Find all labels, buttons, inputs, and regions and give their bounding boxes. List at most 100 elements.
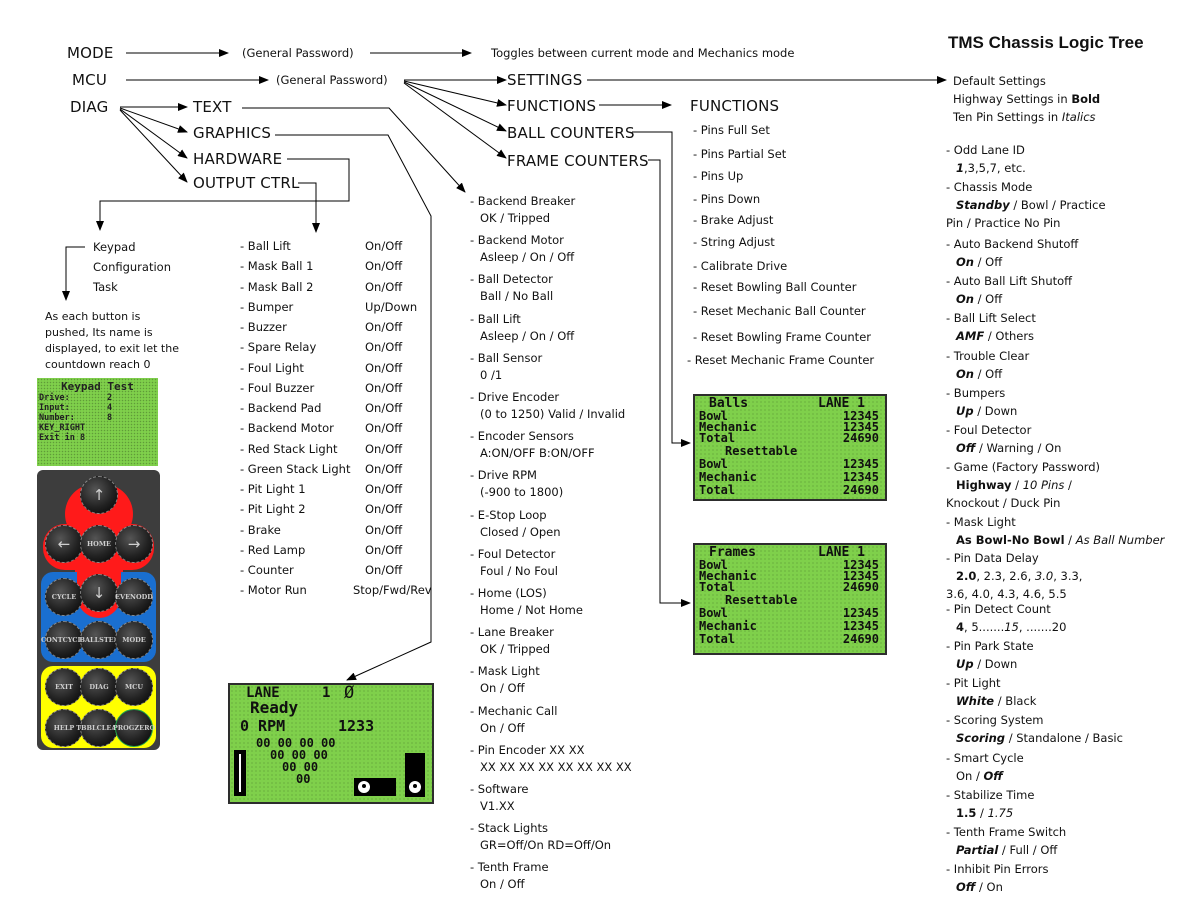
function-item[interactable]: - Pins Up	[693, 169, 743, 183]
option-text: / Off	[973, 255, 1003, 269]
setting-item[interactable]: - Bumpers Up / Down	[946, 384, 1017, 420]
menu-hardware[interactable]: HARDWARE	[193, 150, 282, 168]
setting-item[interactable]: - Mask Light As Bowl-No Bowl / As Ball Nu…	[946, 513, 1164, 549]
settings-legend-default: Default Settings	[953, 74, 1046, 88]
setting-options: White / Black	[946, 692, 1036, 710]
menu-settings[interactable]: SETTINGS	[507, 71, 582, 89]
menu-graphics[interactable]: GRAPHICS	[193, 124, 271, 142]
setting-item[interactable]: - Pin Park State Up / Down	[946, 637, 1034, 673]
setting-options: On / Off	[946, 290, 1072, 308]
output-ctrl-item[interactable]: - Bumper Up/Down	[240, 300, 417, 314]
setting-item[interactable]: - Chassis Mode Standby / Bowl / Practice P…	[946, 178, 1106, 232]
setting-item[interactable]: - Auto Backend Shutoff On / Off	[946, 235, 1078, 271]
mode-button[interactable]: MODE	[115, 621, 153, 659]
function-item[interactable]: - Pins Full Set	[693, 123, 770, 137]
item-value: On/Off	[365, 522, 403, 537]
lane-status: Ready	[250, 698, 299, 717]
setting-item[interactable]: - Scoring System Scoring / Standalone / B…	[946, 711, 1123, 747]
output-ctrl-item[interactable]: - Backend Pad On/Off	[240, 401, 402, 415]
setting-options: Up / Down	[946, 402, 1017, 420]
cycle-button[interactable]: CYCLE	[45, 578, 83, 616]
function-item[interactable]: - Reset Mechanic Ball Counter	[693, 304, 866, 318]
resettable-header: Resettable	[695, 593, 885, 607]
mcu-button[interactable]: MCU	[115, 668, 153, 706]
output-ctrl-item[interactable]: - Foul Buzzer On/Off	[240, 381, 402, 395]
setting-item[interactable]: - Tenth Frame Switch Partial / Full / Off	[946, 823, 1066, 859]
keypad-test-row: Exit in 8	[37, 433, 158, 443]
output-ctrl-item[interactable]: - Pit Light 1 On/Off	[240, 482, 402, 496]
item-name: - Drive Encoder	[470, 390, 560, 404]
function-item[interactable]: - Pins Partial Set	[693, 147, 786, 161]
menu-functions[interactable]: FUNCTIONS	[507, 97, 596, 115]
menu-mcu[interactable]: MCU	[72, 71, 107, 89]
output-ctrl-item[interactable]: - Foul Light On/Off	[240, 361, 402, 375]
setting-item[interactable]: - Auto Ball Lift Shutoff On / Off	[946, 272, 1072, 308]
menu-ball-counters[interactable]: BALL COUNTERS	[507, 124, 635, 142]
exit-button[interactable]: EXIT	[45, 668, 83, 706]
output-ctrl-item[interactable]: - Red Lamp On/Off	[240, 543, 402, 557]
option-text: AMF	[956, 329, 985, 343]
setting-item[interactable]: - Pit Light White / Black	[946, 674, 1036, 710]
output-ctrl-item[interactable]: - Ball Lift On/Off	[240, 239, 402, 253]
up-button[interactable]: ↑	[80, 476, 118, 514]
prog-zero-button[interactable]: PROG ZERO	[113, 709, 156, 747]
item-value: (-900 to 1800)	[480, 485, 564, 500]
function-item[interactable]: - Reset Bowling Frame Counter	[693, 330, 871, 344]
left-button[interactable]: ←	[45, 525, 83, 563]
setting-options: 1.5 / 1.75	[946, 804, 1034, 822]
setting-name: - Tenth Frame Switch	[946, 825, 1067, 839]
home-button[interactable]: HOME	[80, 525, 118, 563]
output-ctrl-item[interactable]: - Red Stack Light On/Off	[240, 442, 402, 456]
menu-output-ctrl[interactable]: OUTPUT CTRL	[193, 174, 300, 192]
row-label: Exit in	[39, 433, 75, 443]
function-item[interactable]: - String Adjust	[693, 235, 775, 249]
even-odd-button[interactable]: EVEN ODD	[115, 578, 153, 616]
cont-cycle-button[interactable]: CONT CYCLE	[41, 621, 87, 659]
setting-item[interactable]: - Trouble Clear On / Off	[946, 347, 1029, 383]
function-item[interactable]: - Reset Bowling Ball Counter	[693, 280, 857, 294]
output-ctrl-item[interactable]: - Mask Ball 2 On/Off	[240, 280, 402, 294]
setting-name: - Foul Detector	[946, 423, 1032, 437]
menu-mode[interactable]: MODE	[67, 44, 114, 62]
output-ctrl-item[interactable]: - Pit Light 2 On/Off	[240, 502, 402, 516]
option-text: 1.75	[987, 806, 1014, 820]
function-item[interactable]: - Reset Mechanic Frame Counter	[687, 353, 874, 367]
function-item[interactable]: - Pins Down	[693, 192, 760, 206]
menu-text[interactable]: TEXT	[193, 98, 232, 116]
setting-name: - Game (Factory Password)	[946, 460, 1101, 474]
output-ctrl-item[interactable]: - Green Stack Light On/Off	[240, 462, 402, 476]
output-ctrl-item[interactable]: - Brake On/Off	[240, 523, 402, 537]
option-text: / Bowl / Practice	[1009, 198, 1106, 212]
ball-step-button[interactable]: BALL STEP	[79, 621, 119, 659]
drive-gauge-icon	[234, 750, 246, 796]
menu-diag[interactable]: DIAG	[70, 98, 108, 116]
menu-frame-counters[interactable]: FRAME COUNTERS	[507, 152, 649, 170]
output-ctrl-item[interactable]: - Spare Relay On/Off	[240, 340, 402, 354]
item-value: On/Off	[365, 482, 403, 496]
setting-item[interactable]: - Stabilize Time 1.5 / 1.75	[946, 786, 1034, 822]
note-line: countdown reach 0	[45, 358, 151, 371]
output-ctrl-item[interactable]: - Backend Motor On/Off	[240, 421, 402, 435]
down-button[interactable]: ↓	[80, 574, 118, 612]
text-diag-item: - Ball Lift Asleep / On / Off	[470, 311, 574, 345]
function-item[interactable]: - Brake Adjust	[693, 213, 773, 227]
setting-item[interactable]: - Inhibit Pin Errors Off / On	[946, 860, 1048, 896]
output-ctrl-item[interactable]: - Counter On/Off	[240, 563, 402, 577]
diag-button[interactable]: DIAG	[80, 668, 118, 706]
setting-item[interactable]: - Pin Data Delay 2.0, 2.3, 2.6, 3.0, 3.3,…	[946, 549, 1082, 603]
right-button[interactable]: →	[115, 525, 153, 563]
function-item[interactable]: - Calibrate Drive	[693, 259, 787, 273]
setting-item[interactable]: - Game (Factory Password) Highway / 10 Pi…	[946, 458, 1100, 512]
setting-item[interactable]: - Ball Lift Select AMF / Others	[946, 309, 1036, 345]
setting-item[interactable]: - Smart Cycle On / Off	[946, 749, 1024, 785]
output-ctrl-item[interactable]: - Buzzer On/Off	[240, 320, 402, 334]
item-name: - Drive RPM	[470, 468, 537, 483]
setting-item[interactable]: - Pin Detect Count 4, 5.......15, .......…	[946, 600, 1066, 636]
setting-item[interactable]: - Odd Lane ID 1,3,5,7, etc.	[946, 141, 1026, 177]
label: ZERO	[134, 724, 156, 732]
setting-item[interactable]: - Foul Detector Off / Warning / On	[946, 421, 1061, 457]
option-text: 15	[1004, 620, 1019, 634]
output-ctrl-item[interactable]: - Mask Ball 1 On/Off	[240, 259, 402, 273]
output-ctrl-item[interactable]: - Motor Run Stop/Fwd/Rev	[240, 583, 432, 597]
setting-options: On / Off	[946, 365, 1029, 383]
